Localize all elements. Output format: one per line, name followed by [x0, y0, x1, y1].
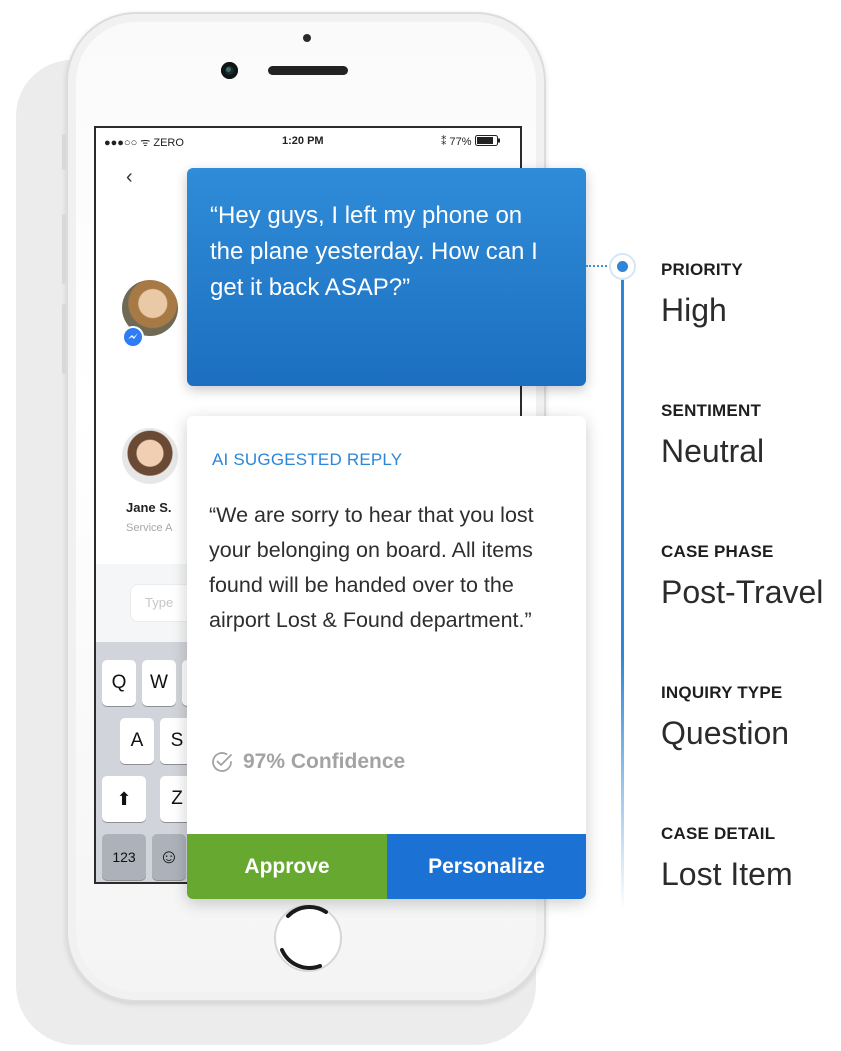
messenger-icon [122, 326, 144, 348]
approve-button[interactable]: Approve [187, 834, 387, 899]
confidence-indicator: 97% Confidence [209, 749, 405, 775]
attribute-case-phase: CASE PHASE Post-Travel [661, 542, 823, 611]
attribute-value: Question [661, 715, 790, 751]
reply-actions: Approve Personalize [187, 834, 586, 899]
check-circle-icon [212, 752, 232, 772]
attribute-value: Post-Travel [661, 574, 824, 610]
key-w[interactable]: W [142, 660, 176, 706]
attribute-label: CASE PHASE [661, 542, 774, 561]
attribute-label: CASE DETAIL [661, 824, 776, 843]
chevron-left-icon[interactable]: ‹ [126, 166, 133, 189]
volume-up-button [62, 214, 66, 284]
confidence-label: 97% Confidence [243, 750, 406, 773]
attribute-label: SENTIMENT [661, 401, 762, 420]
emoji-key[interactable]: ☺ [152, 834, 186, 880]
attribute-value: Neutral [661, 433, 765, 469]
timeline-dot [609, 253, 636, 280]
status-bar: ●●●○○ ᯤ ZERO 1:20 PM ⁑ 77% [96, 128, 520, 154]
timeline-line [621, 270, 624, 910]
customer-message-bubble: “Hey guys, I left my phone on the plane … [187, 168, 586, 386]
attribute-sentiment: SENTIMENT Neutral [661, 401, 764, 470]
attribute-case-detail: CASE DETAIL Lost Item [661, 824, 793, 893]
key-a[interactable]: A [120, 718, 154, 764]
agent-name: Jane S. [126, 500, 172, 515]
agent-avatar [122, 428, 178, 484]
ai-suggested-reply-card: AI SUGGESTED REPLY “We are sorry to hear… [187, 416, 586, 899]
home-button[interactable] [268, 898, 348, 978]
key-q[interactable]: Q [102, 660, 136, 706]
status-time: 1:20 PM [282, 135, 324, 147]
shift-key[interactable]: ⬆ [102, 776, 146, 822]
earpiece-speaker [268, 66, 348, 75]
attribute-label: PRIORITY [661, 260, 743, 279]
numbers-key[interactable]: 123 [102, 834, 146, 880]
volume-down-button [62, 304, 66, 374]
suggested-reply-text: “We are sorry to hear that you lost your… [209, 503, 534, 632]
reply-card-heading: AI SUGGESTED REPLY [212, 450, 403, 469]
attribute-value: High [661, 292, 727, 328]
attribute-value: Lost Item [661, 856, 793, 892]
agent-role: Service A [126, 522, 173, 534]
attribute-inquiry-type: INQUIRY TYPE Question [661, 683, 789, 752]
front-camera [221, 62, 238, 79]
battery-percent: ⁑ 77% [441, 136, 472, 148]
battery-status: ⁑ 77% [441, 135, 501, 148]
attribute-label: INQUIRY TYPE [661, 683, 783, 702]
attribute-priority: PRIORITY High [661, 260, 743, 329]
carrier-signal: ●●●○○ ᯤ ZERO [104, 137, 184, 149]
mute-switch [62, 134, 66, 170]
personalize-button[interactable]: Personalize [387, 834, 586, 899]
battery-icon [474, 135, 500, 146]
sensor-dot [303, 34, 311, 42]
